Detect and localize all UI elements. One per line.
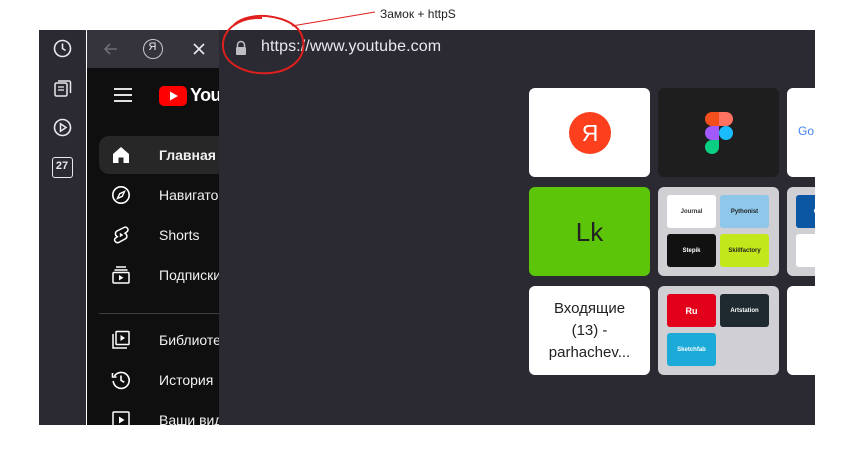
page: { "annotation": { "text": "Замок + httpS… [0, 0, 857, 453]
annotation-circle [221, 14, 305, 75]
annotation-pointer-line [291, 11, 376, 27]
annotation-overlay [221, 11, 376, 75]
